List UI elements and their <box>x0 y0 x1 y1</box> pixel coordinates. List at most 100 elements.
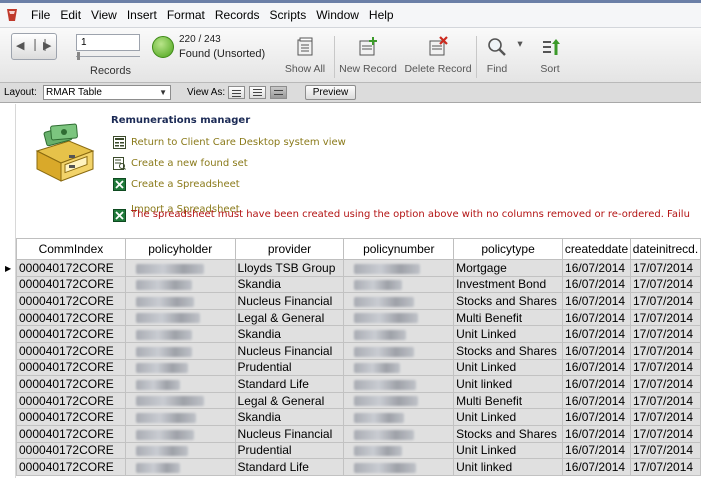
cell-provider[interactable]: Nucleus Financial <box>234 292 345 310</box>
cell-policytype[interactable]: Investment Bond <box>453 275 564 294</box>
cell-commindex[interactable]: 000040172CORE <box>16 375 126 393</box>
cell-policyholder[interactable] <box>124 424 236 443</box>
cell-dateinitrecd[interactable]: 17/07/2014 <box>629 341 701 360</box>
cell-policyholder[interactable] <box>124 259 236 277</box>
current-record-field[interactable]: 1 <box>76 34 140 51</box>
cell-policyholder[interactable] <box>124 292 236 310</box>
cell-policyholder[interactable] <box>124 325 236 343</box>
cell-commindex[interactable]: 000040172CORE <box>16 308 126 327</box>
cell-policytype[interactable]: Stocks and Shares <box>453 341 564 360</box>
cell-createddate[interactable]: 16/07/2014 <box>562 275 631 294</box>
table-row[interactable]: 000040172CORE Prudential Unit Linked 16/07/… <box>16 441 701 460</box>
cell-policytype[interactable]: Stocks and Shares <box>453 424 564 443</box>
cell-commindex[interactable]: 000040172CORE <box>16 391 126 410</box>
menu-help[interactable]: Help <box>364 4 399 26</box>
cell-policyholder[interactable] <box>124 308 236 327</box>
show-all-button[interactable]: Show All <box>282 36 328 75</box>
cell-policyholder[interactable] <box>124 441 236 460</box>
table-row[interactable]: 000040172CORE Prudential Unit Linked 16/07/… <box>16 358 701 377</box>
cell-dateinitrecd[interactable]: 17/07/2014 <box>629 292 701 310</box>
view-as-form-button[interactable] <box>228 86 245 99</box>
column-header-commindex[interactable]: CommIndex <box>16 238 126 260</box>
view-as-list-button[interactable] <box>249 86 266 99</box>
cell-dateinitrecd[interactable]: 17/07/2014 <box>629 458 701 476</box>
cell-commindex[interactable]: 000040172CORE <box>16 275 126 294</box>
menu-records[interactable]: Records <box>210 4 265 26</box>
cell-policynumber[interactable] <box>343 408 455 426</box>
cell-commindex[interactable]: 000040172CORE <box>16 259 126 277</box>
cell-policynumber[interactable] <box>343 308 455 327</box>
cell-provider[interactable]: Standard Life <box>234 458 345 476</box>
cell-policynumber[interactable] <box>343 341 455 360</box>
cell-policynumber[interactable] <box>343 375 455 393</box>
cell-commindex[interactable]: 000040172CORE <box>16 341 126 360</box>
cell-policytype[interactable]: Unit Linked <box>453 358 564 377</box>
cell-policytype[interactable]: Unit Linked <box>453 325 564 343</box>
cell-dateinitrecd[interactable]: 17/07/2014 <box>629 375 701 393</box>
cell-provider[interactable]: Prudential <box>234 441 345 460</box>
cell-policyholder[interactable] <box>124 391 236 410</box>
table-row[interactable]: 000040172CORE Lloyds TSB Group Mortgage 16/… <box>16 259 701 277</box>
cell-policytype[interactable]: Multi Benefit <box>453 391 564 410</box>
cell-commindex[interactable]: 000040172CORE <box>16 325 126 343</box>
table-row[interactable]: 000040172CORE Legal & General Multi Benefi… <box>16 391 701 410</box>
cell-createddate[interactable]: 16/07/2014 <box>562 259 631 277</box>
menu-window[interactable]: Window <box>311 4 364 26</box>
view-as-table-button[interactable] <box>270 86 287 99</box>
cell-policynumber[interactable] <box>343 292 455 310</box>
cell-createddate[interactable]: 16/07/2014 <box>562 292 631 310</box>
layout-select[interactable]: RMAR Table ▼ <box>43 85 171 100</box>
cell-commindex[interactable]: 000040172CORE <box>16 292 126 310</box>
cell-policynumber[interactable] <box>343 391 455 410</box>
cell-commindex[interactable]: 000040172CORE <box>16 458 126 476</box>
cell-createddate[interactable]: 16/07/2014 <box>562 341 631 360</box>
cell-policynumber[interactable] <box>343 358 455 377</box>
table-row[interactable]: 000040172CORE Nucleus Financial Stocks and… <box>16 292 701 310</box>
cell-policytype[interactable]: Unit Linked <box>453 408 564 426</box>
cell-dateinitrecd[interactable]: 17/07/2014 <box>629 408 701 426</box>
cell-provider[interactable]: Skandia <box>234 275 345 294</box>
menu-view[interactable]: View <box>86 4 122 26</box>
table-row[interactable]: 000040172CORE Nucleus Financial Stocks and… <box>16 424 701 443</box>
cell-createddate[interactable]: 16/07/2014 <box>562 424 631 443</box>
cell-createddate[interactable]: 16/07/2014 <box>562 375 631 393</box>
cell-commindex[interactable]: 000040172CORE <box>16 358 126 377</box>
cell-createddate[interactable]: 16/07/2014 <box>562 408 631 426</box>
cell-policynumber[interactable] <box>343 325 455 343</box>
cell-dateinitrecd[interactable]: 17/07/2014 <box>629 391 701 410</box>
cell-policyholder[interactable] <box>124 408 236 426</box>
table-row[interactable]: 000040172CORE Skandia Investment Bond 16/07… <box>16 275 701 294</box>
cell-policynumber[interactable] <box>343 458 455 476</box>
found-set-pie-icon[interactable] <box>152 36 174 58</box>
column-header-policyholder[interactable]: policyholder <box>124 238 236 260</box>
cell-policyholder[interactable] <box>124 375 236 393</box>
cell-provider[interactable]: Nucleus Financial <box>234 424 345 443</box>
record-slider-handle[interactable] <box>77 52 80 60</box>
create-found-set-link[interactable]: Create a new found set <box>113 157 248 170</box>
cell-provider[interactable]: Legal & General <box>234 391 345 410</box>
cell-policytype[interactable]: Unit linked <box>453 375 564 393</box>
table-row[interactable]: 000040172CORE Standard Life Unit linked 16/… <box>16 375 701 393</box>
next-record-icon[interactable]: ▶ <box>43 39 51 52</box>
cell-policyholder[interactable] <box>124 458 236 476</box>
cell-dateinitrecd[interactable]: 17/07/2014 <box>629 358 701 377</box>
table-row[interactable]: 000040172CORE Legal & General Multi Benefi… <box>16 308 701 327</box>
menu-scripts[interactable]: Scripts <box>265 4 312 26</box>
cell-policytype[interactable]: Mortgage <box>453 259 564 277</box>
find-button[interactable]: Find <box>482 36 512 75</box>
menu-file[interactable]: File <box>26 4 55 26</box>
cell-createddate[interactable]: 16/07/2014 <box>562 308 631 327</box>
menu-format[interactable]: Format <box>162 4 210 26</box>
cell-commindex[interactable]: 000040172CORE <box>16 424 126 443</box>
column-header-policytype[interactable]: policytype <box>453 238 564 260</box>
return-to-desktop-link[interactable]: Return to Client Care Desktop system vie… <box>113 136 346 149</box>
cell-provider[interactable]: Prudential <box>234 358 345 377</box>
cell-commindex[interactable]: 000040172CORE <box>16 408 126 426</box>
cell-dateinitrecd[interactable]: 17/07/2014 <box>629 325 701 343</box>
cell-policynumber[interactable] <box>343 424 455 443</box>
cell-provider[interactable]: Nucleus Financial <box>234 341 345 360</box>
preview-button[interactable]: Preview <box>305 85 356 100</box>
cell-createddate[interactable]: 16/07/2014 <box>562 458 631 476</box>
cell-dateinitrecd[interactable]: 17/07/2014 <box>629 441 701 460</box>
cell-policynumber[interactable] <box>343 441 455 460</box>
